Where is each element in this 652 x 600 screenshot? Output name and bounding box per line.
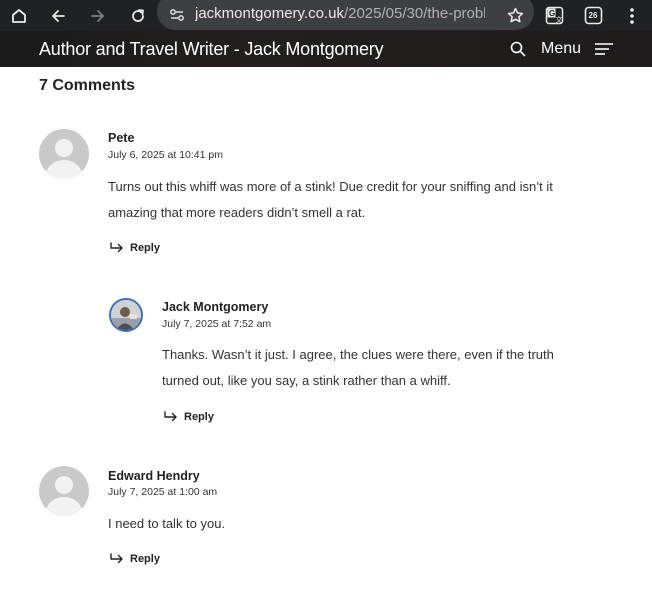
reply-arrow-icon (110, 242, 123, 253)
reply-button[interactable]: Reply (164, 409, 214, 425)
reply-button[interactable]: Reply (110, 240, 160, 256)
reply-button[interactable]: Reply (110, 551, 160, 567)
comment-author: Jack Montgomery (162, 300, 269, 314)
reply-label: Reply (130, 553, 160, 565)
comments-heading: 7 Comments (39, 77, 136, 94)
comment-date[interactable]: July 6, 2025 at 10:41 pm (108, 149, 223, 161)
svg-text:文: 文 (555, 15, 562, 24)
comment-line: turned out, like you say, a stink rather… (162, 373, 451, 388)
comment-author: Pete (108, 131, 135, 145)
reload-icon[interactable] (127, 0, 149, 31)
url-domain: jackmontgomery.co.uk (195, 5, 344, 22)
more-vert-icon[interactable] (624, 0, 640, 31)
site-title[interactable]: Author and Travel Writer - Jack Montgome… (39, 39, 384, 60)
address-bar[interactable]: jackmontgomery.co.uk/2025/05/30/the-prob… (157, 0, 534, 30)
menu-label[interactable]: Menu (541, 40, 581, 58)
star-icon[interactable] (505, 0, 525, 30)
search-icon[interactable] (510, 41, 526, 57)
reply-arrow-icon (110, 553, 123, 564)
forward-arrow-icon[interactable] (87, 0, 109, 31)
hamburger-icon[interactable] (595, 42, 613, 56)
comment-body: I need to talk to you. (108, 511, 225, 537)
svg-text:G: G (549, 9, 555, 18)
url-text[interactable]: jackmontgomery.co.uk/2025/05/30/the-prob… (195, 5, 485, 22)
avatar (39, 129, 89, 179)
avatar (109, 298, 143, 332)
site-settings-icon[interactable] (167, 0, 187, 30)
comment-date[interactable]: July 7, 2025 at 1:00 am (108, 486, 217, 498)
browser-toolbar: jackmontgomery.co.uk/2025/05/30/the-prob… (0, 0, 652, 31)
comment-line: I need to talk to you. (108, 516, 226, 531)
site-header: Author and Travel Writer - Jack Montgome… (0, 31, 652, 67)
comment-line: Thanks. Wasn’t it just. I agree, the clu… (162, 347, 554, 362)
reply-label: Reply (184, 411, 214, 423)
translate-icon[interactable]: G文 (544, 0, 564, 31)
back-arrow-icon[interactable] (47, 0, 69, 31)
home-icon[interactable] (8, 0, 30, 31)
avatar (39, 466, 89, 516)
reply-arrow-icon (164, 411, 177, 422)
url-path: /2025/05/30/the-proble (343, 5, 485, 22)
tab-count: 26 (588, 11, 598, 20)
comment-author: Edward Hendry (108, 469, 200, 483)
comment-body: Turns out this whiff was more of a stink… (108, 174, 553, 226)
comment-line: Turns out this whiff was more of a stink… (108, 179, 553, 194)
reply-label: Reply (130, 242, 160, 254)
comment-body: Thanks. Wasn’t it just. I agree, the clu… (162, 342, 554, 394)
comment-date[interactable]: July 7, 2025 at 7:52 am (162, 318, 271, 330)
tab-switcher-icon[interactable]: 26 (583, 0, 603, 31)
comment-line: amazing that more readers didn’t smell a… (108, 205, 366, 220)
